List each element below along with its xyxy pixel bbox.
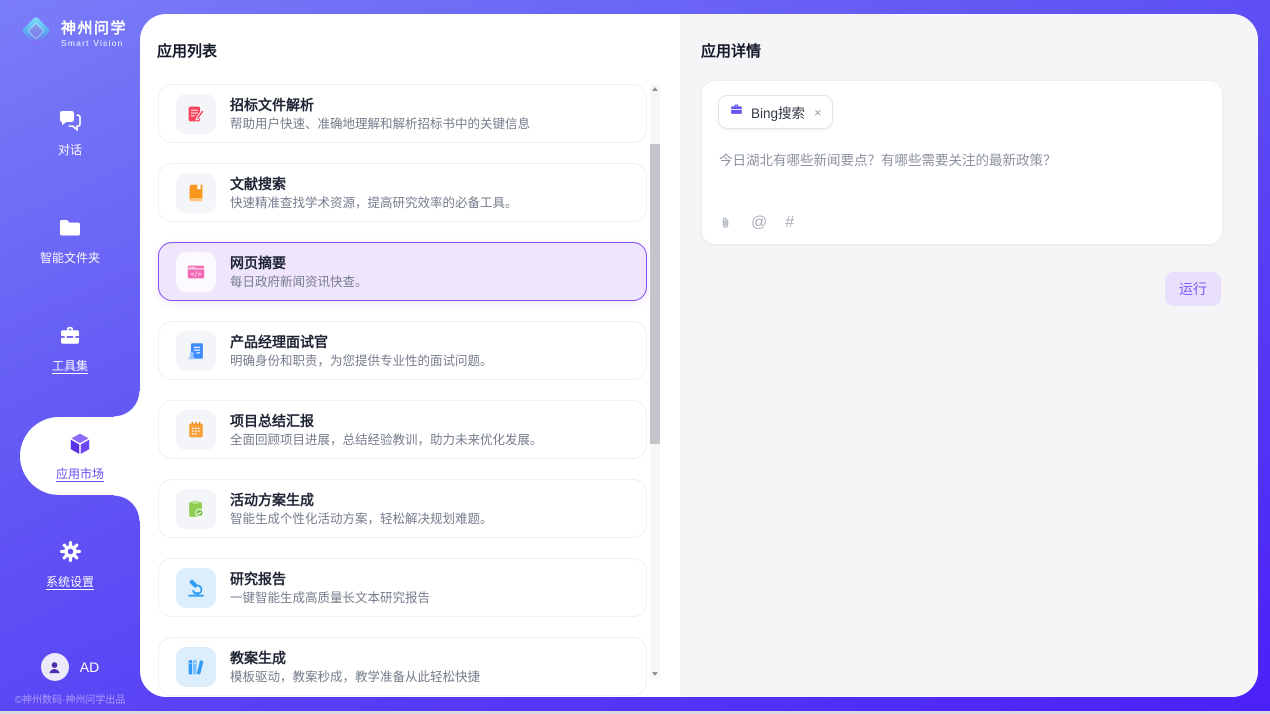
sidebar-item-label: 智能文件夹 xyxy=(40,249,100,266)
sidebar-item-tools[interactable]: 工具集 xyxy=(0,322,140,374)
sidebar-nav: 对话智能文件夹工具集应用市场系统设置 xyxy=(0,106,140,646)
sidebar: 神州问学 Smart Vision 对话智能文件夹工具集应用市场系统设置 AD … xyxy=(0,0,140,714)
copyright-text: ©神州数码·神州问学出品 xyxy=(0,691,140,706)
scrollbar-thumb[interactable] xyxy=(650,144,660,444)
toolbox-icon xyxy=(57,322,83,349)
app-card-desc: 全面回顾项目进展，总结经验教训，助力未来优化发展。 xyxy=(230,433,543,447)
scroll-up-icon[interactable] xyxy=(652,87,658,91)
chat-icon xyxy=(57,106,83,133)
mention-icon[interactable]: @ xyxy=(751,214,767,232)
app-card[interactable]: 招标文件解析帮助用户快速、准确地理解和解析招标书中的关键信息 xyxy=(158,84,647,143)
sidebar-item-chat[interactable]: 对话 xyxy=(0,106,140,158)
brand-diamond-icon xyxy=(18,13,54,54)
composer-toolbar: @# xyxy=(718,214,794,232)
tender-doc-icon xyxy=(176,94,216,134)
cube-icon xyxy=(65,430,95,457)
app-card-desc: 快速精准查找学术资源，提高研究效率的必备工具。 xyxy=(230,196,518,210)
sidebar-item-label: 应用市场 xyxy=(56,465,104,482)
app-list-title: 应用列表 xyxy=(157,40,217,61)
folder-icon xyxy=(57,214,83,241)
brand-logo: 神州问学 Smart Vision xyxy=(18,13,127,54)
app-card[interactable]: 教案生成模板驱动，教案秒成，教学准备从此轻松快捷 xyxy=(158,637,647,696)
briefcase-icon xyxy=(729,102,744,122)
query-text[interactable]: 今日湖北有哪些新闻要点？有哪些需要关注的最新政策？ xyxy=(719,151,1206,170)
book-icon xyxy=(176,173,216,213)
hash-icon[interactable]: # xyxy=(785,214,794,232)
app-card-desc: 智能生成个性化活动方案，轻松解决规划难题。 xyxy=(230,512,493,526)
books-icon xyxy=(176,647,216,687)
app-card[interactable]: 产品经理面试官明确身份和职责，为您提供专业性的面试问题。 xyxy=(158,321,647,380)
avatar xyxy=(41,653,69,681)
person-icon xyxy=(46,659,63,676)
app-card[interactable]: 项目总结汇报全面回顾项目进展，总结经验教训，助力未来优化发展。 xyxy=(158,400,647,459)
main-content: 应用列表 招标文件解析帮助用户快速、准确地理解和解析招标书中的关键信息文献搜索快… xyxy=(140,14,1258,697)
app-cards: 招标文件解析帮助用户快速、准确地理解和解析招标书中的关键信息文献搜索快速精准查找… xyxy=(158,84,647,697)
gear-icon xyxy=(58,538,83,565)
app-list-scrollbar[interactable] xyxy=(650,84,660,679)
app-card-desc: 每日政府新闻资讯快查。 xyxy=(230,275,368,289)
brand-tagline: Smart Vision xyxy=(61,38,127,48)
app-card[interactable]: 研究报告一键智能生成高质量长文本研究报告 xyxy=(158,558,647,617)
clipboard-check-icon xyxy=(176,489,216,529)
app-card-desc: 一键智能生成高质量长文本研究报告 xyxy=(230,591,430,605)
attachment-icon[interactable] xyxy=(718,214,733,232)
app-card-title: 网页摘要 xyxy=(230,255,368,271)
sidebar-item-label: 对话 xyxy=(58,141,82,158)
app-card-title: 产品经理面试官 xyxy=(230,334,493,350)
svg-text:</>: </> xyxy=(191,271,202,278)
app-card-desc: 明确身份和职责，为您提供专业性的面试问题。 xyxy=(230,354,493,368)
webpage-code-icon: </> xyxy=(176,252,216,292)
interview-doc-icon xyxy=(176,331,216,371)
app-detail-panel: 应用详情 Bing搜索 × 今日湖北有哪些新闻要点？有哪些需要关注的最新政策？ … xyxy=(680,14,1258,697)
sidebar-item-market[interactable]: 应用市场 xyxy=(20,417,140,495)
sidebar-item-folders[interactable]: 智能文件夹 xyxy=(0,214,140,266)
tool-chip-bing-search[interactable]: Bing搜索 × xyxy=(718,95,833,129)
app-card-title: 招标文件解析 xyxy=(230,97,530,113)
app-card-title: 研究报告 xyxy=(230,571,430,587)
prompt-card[interactable]: Bing搜索 × 今日湖北有哪些新闻要点？有哪些需要关注的最新政策？ @# xyxy=(701,80,1223,245)
app-card-title: 项目总结汇报 xyxy=(230,413,543,429)
close-icon[interactable]: × xyxy=(814,106,822,119)
brand-name: 神州问学 xyxy=(61,20,127,37)
tool-chip-label: Bing搜索 xyxy=(751,102,805,122)
user-account[interactable]: AD xyxy=(0,653,140,681)
notepad-icon xyxy=(176,410,216,450)
app-card-title: 文献搜索 xyxy=(230,176,518,192)
app-card[interactable]: </> 网页摘要每日政府新闻资讯快查。 xyxy=(158,242,647,301)
app-detail-title: 应用详情 xyxy=(701,40,761,61)
sidebar-item-label: 系统设置 xyxy=(46,573,94,590)
sidebar-item-settings[interactable]: 系统设置 xyxy=(0,538,140,590)
app-list-panel: 应用列表 招标文件解析帮助用户快速、准确地理解和解析招标书中的关键信息文献搜索快… xyxy=(140,14,680,697)
app-card-desc: 帮助用户快速、准确地理解和解析招标书中的关键信息 xyxy=(230,117,530,131)
microscope-icon xyxy=(176,568,216,608)
app-card[interactable]: 活动方案生成智能生成个性化活动方案，轻松解决规划难题。 xyxy=(158,479,647,538)
run-button[interactable]: 运行 xyxy=(1165,272,1221,306)
user-initials: AD xyxy=(80,659,99,675)
app-card-desc: 模板驱动，教案秒成，教学准备从此轻松快捷 xyxy=(230,670,480,684)
app-card[interactable]: 文献搜索快速精准查找学术资源，提高研究效率的必备工具。 xyxy=(158,163,647,222)
scroll-down-icon[interactable] xyxy=(652,672,658,676)
sidebar-item-label: 工具集 xyxy=(52,357,88,374)
app-card-title: 活动方案生成 xyxy=(230,492,493,508)
app-card-title: 教案生成 xyxy=(230,650,480,666)
